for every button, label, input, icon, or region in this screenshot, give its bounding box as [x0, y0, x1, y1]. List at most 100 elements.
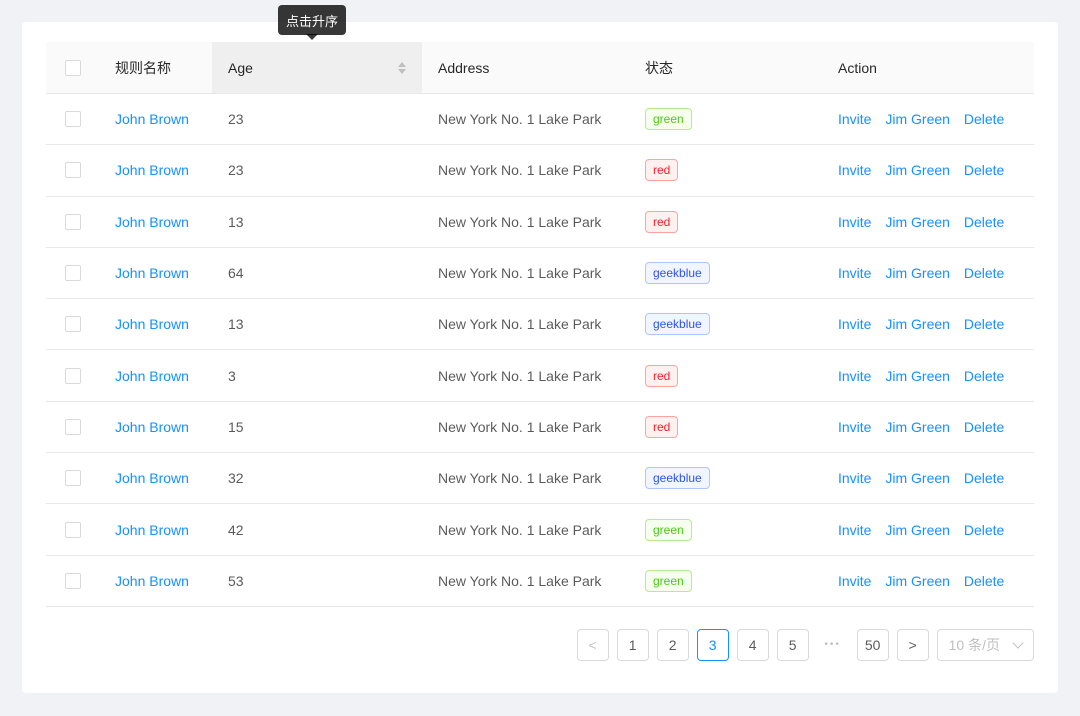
row-checkbox-cell — [46, 418, 99, 435]
action-cell: Invite Jim Green Delete — [822, 162, 1034, 178]
name-link[interactable]: John Brown — [115, 368, 189, 384]
pagination-next-button[interactable]: > — [896, 628, 929, 661]
pagination-page-button-1[interactable]: 1 — [616, 628, 649, 661]
age-cell: 23 — [228, 111, 244, 128]
header-address: Address — [438, 59, 490, 76]
invite-link[interactable]: Invite — [838, 419, 871, 435]
delete-link[interactable]: Delete — [964, 265, 1004, 281]
header-action: Action — [838, 59, 877, 76]
table-row: John Brown 3 New York No. 1 Lake Park re… — [46, 350, 1034, 402]
table-row: John Brown 15 New York No. 1 Lake Park r… — [46, 401, 1034, 454]
status-tag: green — [645, 569, 692, 592]
name-link[interactable]: John Brown — [115, 419, 189, 435]
name-link[interactable]: John Brown — [115, 316, 189, 332]
invite-link[interactable]: Invite — [838, 111, 871, 127]
row-checkbox-cell — [46, 213, 99, 230]
delete-link[interactable]: Delete — [964, 368, 1004, 384]
status-cell: red — [629, 210, 822, 233]
row-checkbox[interactable] — [64, 213, 81, 230]
jim-green-link[interactable]: Jim Green — [885, 573, 950, 589]
jim-green-link[interactable]: Jim Green — [885, 368, 950, 384]
table-row: John Brown 32 New York No. 1 Lake Park g… — [46, 453, 1034, 505]
select-all-checkbox[interactable] — [64, 59, 81, 76]
delete-link[interactable]: Delete — [964, 214, 1004, 230]
status-cell: red — [629, 159, 822, 182]
delete-link[interactable]: Delete — [964, 419, 1004, 435]
invite-link[interactable]: Invite — [838, 470, 871, 486]
action-cell: Invite Jim Green Delete — [822, 368, 1034, 384]
jim-green-link[interactable]: Jim Green — [885, 265, 950, 281]
row-checkbox-cell — [46, 521, 99, 538]
name-link[interactable]: John Brown — [115, 111, 189, 127]
table-card: 规则名称 Age Address 状态 Action John Brown 23… — [22, 22, 1058, 693]
name-link[interactable]: John Brown — [115, 214, 189, 230]
action-cell: Invite Jim Green Delete — [822, 522, 1034, 538]
invite-link[interactable]: Invite — [838, 265, 871, 281]
delete-link[interactable]: Delete — [964, 470, 1004, 486]
row-checkbox[interactable] — [64, 111, 81, 128]
name-link[interactable]: John Brown — [115, 573, 189, 589]
status-tag: green — [645, 108, 692, 131]
pagination-page-button-5[interactable]: 5 — [776, 628, 809, 661]
action-cell: Invite Jim Green Delete — [822, 214, 1034, 230]
row-checkbox[interactable] — [64, 316, 81, 333]
page-size-select[interactable]: 10 条/页 — [936, 628, 1034, 661]
invite-link[interactable]: Invite — [838, 316, 871, 332]
status-tag: red — [645, 364, 679, 387]
jim-green-link[interactable]: Jim Green — [885, 111, 950, 127]
age-cell: 32 — [228, 470, 244, 487]
table-row: John Brown 64 New York No. 1 Lake Park g… — [46, 247, 1034, 300]
pagination-last-page-button[interactable]: 50 — [856, 628, 889, 661]
name-link[interactable]: John Brown — [115, 265, 189, 281]
row-checkbox[interactable] — [64, 572, 81, 589]
name-cell: John Brown — [99, 162, 212, 178]
invite-link[interactable]: Invite — [838, 162, 871, 178]
row-checkbox[interactable] — [64, 521, 81, 538]
pagination-page-button-2[interactable]: 2 — [656, 628, 689, 661]
status-cell: green — [629, 518, 822, 541]
row-checkbox[interactable] — [64, 367, 81, 384]
age-cell: 13 — [228, 316, 244, 333]
delete-link[interactable]: Delete — [964, 316, 1004, 332]
invite-link[interactable]: Invite — [838, 214, 871, 230]
status-tag: green — [645, 518, 692, 541]
row-checkbox-cell — [46, 265, 99, 282]
invite-link[interactable]: Invite — [838, 573, 871, 589]
name-cell: John Brown — [99, 316, 212, 332]
row-checkbox[interactable] — [64, 418, 81, 435]
status-cell: green — [629, 569, 822, 592]
row-checkbox[interactable] — [64, 265, 81, 282]
pagination-page-button-4[interactable]: 4 — [736, 628, 769, 661]
jim-green-link[interactable]: Jim Green — [885, 470, 950, 486]
delete-link[interactable]: Delete — [964, 162, 1004, 178]
row-checkbox[interactable] — [64, 470, 81, 487]
status-cell: green — [629, 108, 822, 131]
table-row: John Brown 23 New York No. 1 Lake Park g… — [46, 94, 1034, 146]
jim-green-link[interactable]: Jim Green — [885, 316, 950, 332]
jim-green-link[interactable]: Jim Green — [885, 419, 950, 435]
action-cell: Invite Jim Green Delete — [822, 111, 1034, 127]
pagination-ellipsis[interactable]: ••• — [817, 629, 849, 661]
jim-green-link[interactable]: Jim Green — [885, 214, 950, 230]
action-cell: Invite Jim Green Delete — [822, 316, 1034, 332]
pagination-prev-button[interactable]: < — [576, 628, 609, 661]
delete-link[interactable]: Delete — [964, 573, 1004, 589]
name-link[interactable]: John Brown — [115, 522, 189, 538]
age-cell: 64 — [228, 265, 244, 282]
delete-link[interactable]: Delete — [964, 522, 1004, 538]
header-age-sortable[interactable]: Age — [212, 42, 422, 93]
invite-link[interactable]: Invite — [838, 368, 871, 384]
invite-link[interactable]: Invite — [838, 522, 871, 538]
jim-green-link[interactable]: Jim Green — [885, 522, 950, 538]
age-cell: 23 — [228, 162, 244, 179]
sort-tooltip-text: 点击升序 — [286, 13, 339, 29]
row-checkbox[interactable] — [64, 162, 81, 179]
pagination-page-button-3[interactable]: 3 — [696, 628, 729, 661]
name-link[interactable]: John Brown — [115, 162, 189, 178]
name-link[interactable]: John Brown — [115, 470, 189, 486]
jim-green-link[interactable]: Jim Green — [885, 162, 950, 178]
delete-link[interactable]: Delete — [964, 111, 1004, 127]
status-tag: red — [645, 415, 679, 438]
name-cell: John Brown — [99, 368, 212, 384]
table-row: John Brown 42 New York No. 1 Lake Park g… — [46, 504, 1034, 556]
